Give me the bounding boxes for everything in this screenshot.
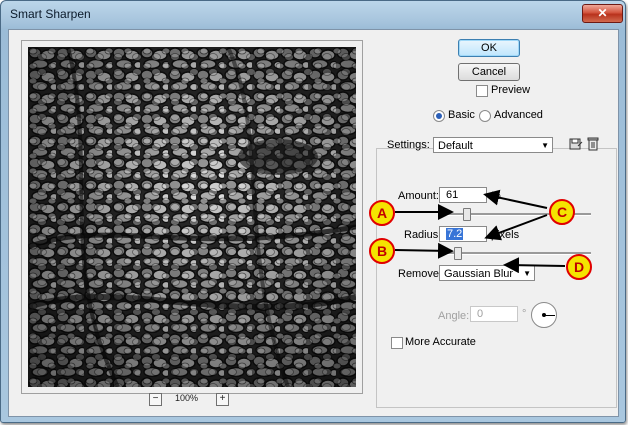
arrow-d [503, 257, 566, 274]
annotation-d: D [566, 254, 592, 280]
annotation-c: C [549, 199, 575, 225]
arrow-b [394, 242, 454, 259]
annotation-a: A [369, 200, 395, 226]
annotation-arrows [394, 189, 566, 274]
annotation-b: B [369, 238, 395, 264]
arrow-c-amount [483, 189, 548, 209]
arrow-c-radius [484, 214, 548, 241]
